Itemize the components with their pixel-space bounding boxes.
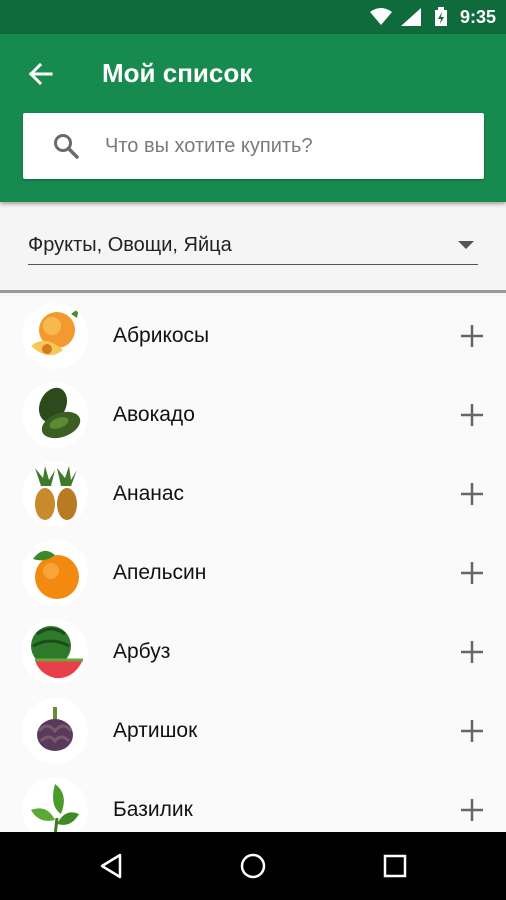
item-name: Арбуз [113, 639, 171, 663]
nav-back-icon [100, 853, 122, 879]
back-arrow-icon [28, 62, 53, 86]
app-toolbar: Мой список [0, 34, 506, 202]
artichoke-icon [22, 697, 88, 764]
add-icon[interactable] [460, 403, 484, 427]
orange-icon [22, 539, 88, 606]
category-label: Фрукты, Овощи, Яйца [28, 233, 232, 256]
list-item[interactable]: Базилик [0, 770, 506, 832]
battery-charging-icon [430, 7, 452, 26]
nav-home-button[interactable] [223, 841, 283, 891]
apricot-icon [22, 302, 88, 369]
basil-icon [22, 776, 88, 832]
status-bar: 9:35 [0, 0, 506, 34]
search-input[interactable] [103, 133, 447, 159]
list-item[interactable]: Артишок [0, 691, 506, 770]
item-name: Авокадо [113, 402, 195, 426]
search-icon [51, 131, 81, 161]
item-name: Апельсин [113, 560, 207, 584]
item-name: Ананас [113, 481, 185, 505]
pineapple-icon [22, 460, 88, 527]
add-icon[interactable] [460, 324, 484, 348]
back-button[interactable] [18, 56, 62, 92]
list-item[interactable]: Ананас [0, 454, 506, 533]
search-box[interactable] [23, 113, 484, 179]
watermelon-icon [22, 618, 88, 685]
avocado-icon [22, 381, 88, 448]
add-icon[interactable] [460, 561, 484, 585]
nav-back-button[interactable] [81, 841, 141, 891]
system-navbar [0, 832, 506, 900]
list-item[interactable]: Авокадо [0, 375, 506, 454]
wifi-icon [369, 8, 392, 26]
add-icon[interactable] [460, 640, 484, 664]
list-item[interactable]: Арбуз [0, 612, 506, 691]
status-time: 9:35 [459, 6, 496, 27]
item-name: Артишок [113, 718, 198, 742]
item-name: Базилик [113, 797, 193, 821]
add-icon[interactable] [460, 798, 484, 822]
nav-recents-button[interactable] [365, 841, 425, 891]
nav-recents-icon [383, 854, 407, 878]
add-icon[interactable] [460, 482, 484, 506]
dropdown-arrow-icon [458, 241, 474, 249]
list-item[interactable]: Абрикосы [0, 296, 506, 375]
add-icon[interactable] [460, 719, 484, 743]
page-title: Мой список [102, 58, 253, 88]
category-select[interactable]: Фрукты, Овощи, Яйца [28, 226, 478, 265]
product-list: Абрикосы Авокадо Ананас Апельсин Арбуз А… [0, 296, 506, 832]
divider [0, 290, 506, 293]
item-name: Абрикосы [113, 323, 210, 347]
nav-home-icon [240, 853, 266, 879]
list-item[interactable]: Апельсин [0, 533, 506, 612]
signal-icon [400, 8, 422, 26]
